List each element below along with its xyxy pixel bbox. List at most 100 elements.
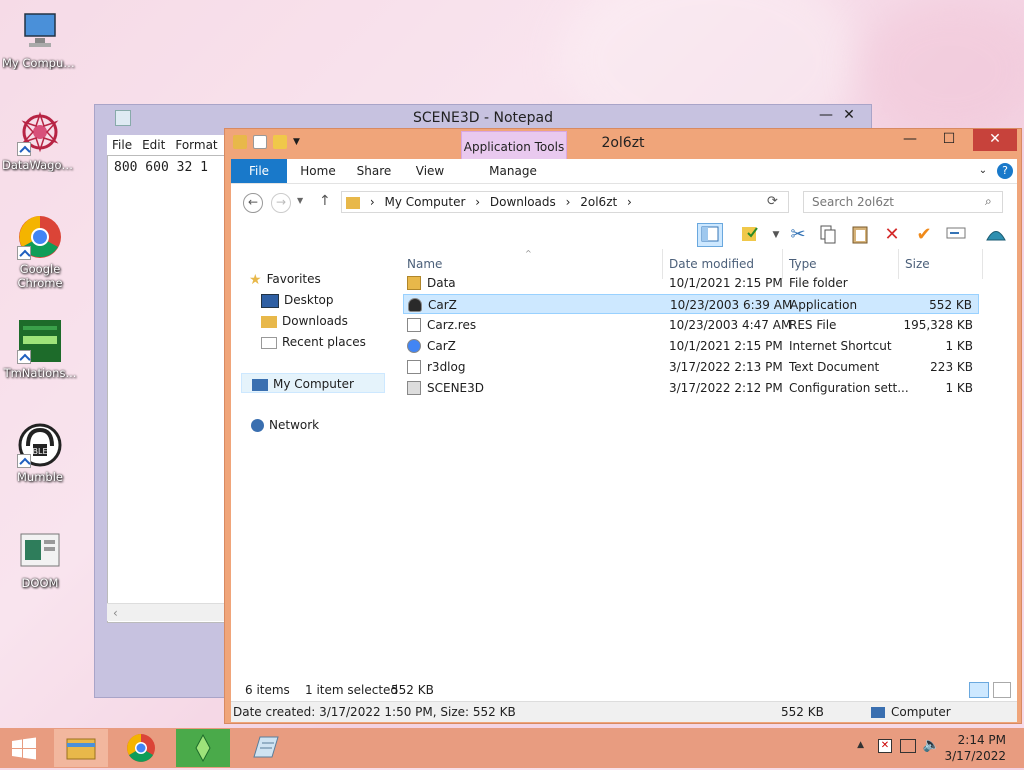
close-button[interactable]: ✕ [973,129,1017,151]
ribbon-tabs: File Home Share View Manage ⌄ ? [231,159,1017,183]
search-icon[interactable]: ⌕ [985,194,992,209]
breadcrumb-item[interactable]: 2ol6zt [580,195,617,209]
file-date-modified: 10/23/2003 4:47 AM [669,318,792,332]
taskbar-chrome[interactable] [114,729,168,767]
file-date-modified: 3/17/2022 2:12 PM [669,381,783,395]
recent-locations-chevron-icon[interactable]: ▼ [297,196,303,205]
tmnations-icon [17,318,63,364]
file-name: CarZ [427,339,456,353]
wallpaper-petal [860,0,1024,140]
desktop-icon-mumble[interactable]: BLE Mumble [2,422,78,484]
notepad-menu-edit[interactable]: Edit [137,135,170,155]
minimize-button[interactable]: — [895,129,925,151]
show-hidden-icons-chevron-icon[interactable]: ▲ [857,740,864,750]
nav-item-my-computer[interactable]: My Computer [241,373,385,393]
details-bar: Date created: 3/17/2022 1:50 PM, Size: 5… [231,701,1017,722]
desktop-icon-my-computer[interactable]: My Computer [2,8,78,70]
table-row[interactable]: Data 10/1/2021 2:15 PM File folder [403,273,979,293]
shortcut-arrow-icon [17,454,31,468]
shortcut-arrow-icon [17,246,31,260]
table-row[interactable]: CarZ 10/23/2003 6:39 AM Application 552 KB [403,294,979,314]
action-center-flag-icon[interactable]: ✕ [878,739,892,753]
details-view-button[interactable] [969,682,989,698]
tab-manage[interactable]: Manage [461,159,565,183]
nav-item-downloads[interactable]: Downloads [261,311,348,331]
desktop-icon-tmnations[interactable]: TmNations... [2,318,78,380]
folder-icon [346,196,360,209]
breadcrumb-item[interactable]: Downloads [490,195,556,209]
checkmark-icon[interactable]: ✔ [911,223,937,247]
computer-icon [871,707,885,718]
file-name: r3dlog [427,360,466,374]
status-bar: 6 items 1 item selected 552 KB [231,679,1017,701]
cut-icon[interactable]: ✂ [785,223,811,247]
taskbar-notepad[interactable] [238,729,292,767]
details-text: Date created: 3/17/2022 1:50 PM, Size: 5… [233,705,516,719]
file-type: File folder [789,276,848,290]
maximize-button[interactable]: ☐ [929,129,969,151]
nav-item-network[interactable]: Network [251,415,319,435]
nav-item-label: Recent places [282,335,366,349]
explorer-command-toolbar: ▼ ✂ ✕ ✔ [231,221,1017,249]
tab-view[interactable]: View [405,159,455,183]
copy-icon[interactable] [815,223,841,247]
item-count: 6 items [245,683,290,697]
file-name: CarZ [428,298,457,312]
paste-icon[interactable] [847,223,873,247]
nav-item-recent-places[interactable]: Recent places [261,332,366,352]
desktop-icon-datawagon[interactable]: DataWagon... [2,110,78,172]
forward-button[interactable]: → [271,193,291,213]
breadcrumb-separator: › [475,195,481,209]
selection-size: 552 KB [391,683,434,697]
system-clock[interactable]: 2:14 PM 3/17/2022 [944,732,1006,764]
help-icon[interactable]: ? [997,163,1013,179]
table-row[interactable]: Carz.res 10/23/2003 4:47 AM RES File 195,32… [403,315,979,335]
chevron-down-icon[interactable]: ⌄ [975,159,991,183]
properties-icon[interactable] [737,223,763,247]
nav-item-desktop[interactable]: Desktop [261,290,334,310]
breadcrumb-separator: › [627,195,632,209]
selection-count: 1 item selected [305,683,399,697]
clock-time: 2:14 PM [957,733,1006,747]
tab-home[interactable]: Home [293,159,343,183]
breadcrumb[interactable]: › My Computer › Downloads › 2ol6zt › [341,191,789,213]
taskbar-file-explorer[interactable] [54,729,108,767]
details-location: Computer [871,702,951,722]
delete-icon[interactable]: ✕ [879,223,905,247]
details-location-label: Computer [891,705,951,719]
table-row[interactable]: CarZ 10/1/2021 2:15 PM Internet Shortcut 1 … [403,336,979,356]
volume-icon[interactable]: 🔈 [923,737,940,753]
nav-item-favorites[interactable]: ★ Favorites [249,269,321,289]
refresh-icon[interactable]: ⟳ [767,194,778,209]
notepad-menu-file[interactable]: File [107,135,137,155]
computer-icon [17,8,63,54]
network-status-icon[interactable] [900,739,916,753]
tab-share[interactable]: Share [349,159,399,183]
notepad-close-button[interactable]: ✕ [829,105,869,127]
search-input[interactable]: Search 2ol6zt [803,191,1003,213]
large-icons-view-button[interactable] [993,682,1011,698]
back-button[interactable]: ← [243,193,263,213]
start-button[interactable] [0,729,48,767]
config-file-icon [407,381,421,395]
rename-icon[interactable] [943,223,969,247]
file-explorer-window[interactable]: ▼ Application Tools 2ol6zt — ☐ ✕ File Ho… [224,128,1022,724]
desktop-icon-doom[interactable]: DOOM [2,528,78,590]
tab-file[interactable]: File [231,159,287,183]
table-row[interactable]: SCENE3D 3/17/2022 2:12 PM Configuration se… [403,378,979,398]
desktop-icon-label: DataWagon... [2,158,78,172]
file-size: 1 KB [945,381,973,395]
file-size: 223 KB [930,360,973,374]
datawagon-icon [17,110,63,156]
breadcrumb-item[interactable]: My Computer [384,195,465,209]
notepad-menu-format[interactable]: Format [170,135,222,155]
file-list: ^ Name Date modified Type Size Data 10/1/… [389,249,1017,679]
up-arrow-icon[interactable]: ↑ [319,193,331,209]
downloads-folder-icon [261,315,277,328]
taskbar-tmnations[interactable] [176,729,230,767]
file-size: 552 KB [929,298,972,312]
preview-pane-icon[interactable] [697,223,723,247]
desktop-icon-google-chrome[interactable]: Google Chrome [2,214,78,290]
shell-icon[interactable] [983,223,1009,247]
table-row[interactable]: r3dlog 3/17/2022 2:13 PM Text Document 223 … [403,357,979,377]
